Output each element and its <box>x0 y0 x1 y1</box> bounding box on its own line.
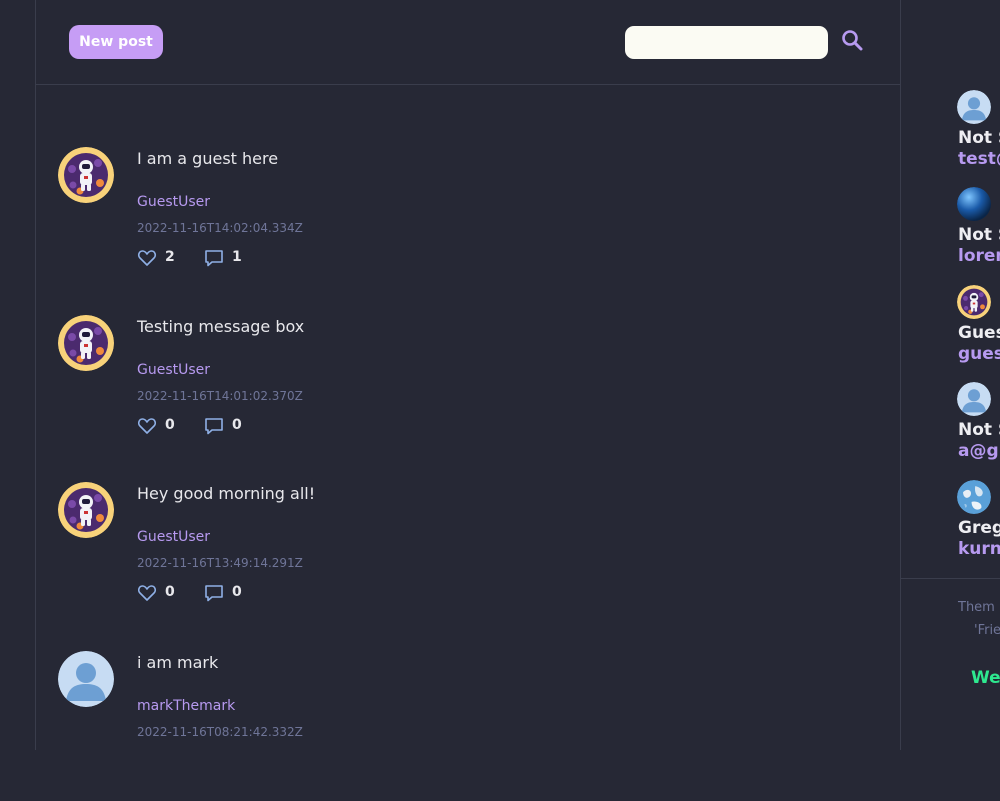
post-item[interactable]: Hey good morning all! GuestUser 2022-11-… <box>36 482 901 632</box>
post-item[interactable]: Testing message box GuestUser 2022-11-16… <box>36 315 901 465</box>
footer-text: 'Frie <box>974 623 1000 638</box>
post-item[interactable]: I am a guest here GuestUser 2022-11-16T1… <box>36 147 901 297</box>
search-input[interactable] <box>625 26 828 59</box>
post-username[interactable]: GuestUser <box>137 362 210 378</box>
heart-icon[interactable] <box>137 583 157 603</box>
default-user-avatar[interactable] <box>58 651 114 707</box>
earth-avatar <box>957 480 991 514</box>
heart-icon[interactable] <box>137 248 157 268</box>
comment-icon[interactable] <box>204 583 224 603</box>
sidebar-user-email: guest <box>958 344 1000 364</box>
default-user-avatar <box>957 382 991 416</box>
post-timestamp: 2022-11-16T14:01:02.370Z <box>137 389 303 403</box>
comment-icon[interactable] <box>204 416 224 436</box>
post-username[interactable]: GuestUser <box>137 529 210 545</box>
footer-text: Them <box>958 600 995 615</box>
sidebar-user-name: Not S <box>958 225 1000 245</box>
like-count: 0 <box>165 584 175 600</box>
sidebar-user-name: Not S <box>958 420 1000 440</box>
sidebar-divider <box>901 578 1000 579</box>
sidebar-user-email: test@ <box>958 149 1000 169</box>
post-text: i am mark <box>137 653 219 672</box>
post-username[interactable]: GuestUser <box>137 194 210 210</box>
new-post-button[interactable]: New post <box>69 25 163 59</box>
sidebar-user-name: Gues <box>958 323 1000 343</box>
footer-highlight: We <box>971 668 1000 688</box>
post-text: Testing message box <box>137 317 305 336</box>
comment-icon[interactable] <box>204 248 224 268</box>
users-sidebar: Not S test@ Not S lorem Gues guest Not S… <box>901 0 1000 750</box>
sidebar-user-email: lorem <box>958 246 1000 266</box>
post-text: I am a guest here <box>137 149 279 168</box>
sidebar-user-name: Not S <box>958 128 1000 148</box>
feed-header: New post <box>36 0 901 85</box>
astronaut-avatar[interactable] <box>58 482 114 538</box>
left-gutter <box>0 0 36 750</box>
post-timestamp: 2022-11-16T14:02:04.334Z <box>137 221 303 235</box>
astronaut-avatar <box>957 285 991 319</box>
heart-icon[interactable] <box>137 416 157 436</box>
post-timestamp: 2022-11-16T08:21:42.332Z <box>137 725 303 739</box>
like-count: 2 <box>165 249 175 265</box>
sidebar-user-card[interactable]: Not S a@gr <box>957 382 1000 472</box>
search-icon[interactable] <box>840 28 866 54</box>
sidebar-user-name: Greg <box>958 518 1000 538</box>
astronaut-avatar[interactable] <box>58 315 114 371</box>
astronaut-avatar[interactable] <box>58 147 114 203</box>
sidebar-user-email: a@gr <box>958 441 1000 461</box>
post-item[interactable]: i am mark markThemark 2022-11-16T08:21:4… <box>36 651 901 801</box>
like-count: 0 <box>165 417 175 433</box>
comment-count: 0 <box>232 417 242 433</box>
post-username[interactable]: markThemark <box>137 698 235 714</box>
default-user-avatar <box>957 90 991 124</box>
sidebar-user-card[interactable]: Not S test@ <box>957 90 1000 180</box>
comment-count: 1 <box>232 249 242 265</box>
comment-count: 0 <box>232 584 242 600</box>
post-timestamp: 2022-11-16T13:49:14.291Z <box>137 556 303 570</box>
sidebar-user-card[interactable]: Not S lorem <box>957 187 1000 277</box>
sidebar-user-card[interactable]: Gues guest <box>957 285 1000 375</box>
post-text: Hey good morning all! <box>137 484 316 503</box>
sidebar-user-email: kurni <box>958 539 1000 559</box>
blue-sphere-avatar <box>957 187 991 221</box>
sidebar-user-card[interactable]: Greg kurni <box>957 480 1000 570</box>
feed-main: New post I am a guest here GuestUser 202… <box>36 0 901 750</box>
